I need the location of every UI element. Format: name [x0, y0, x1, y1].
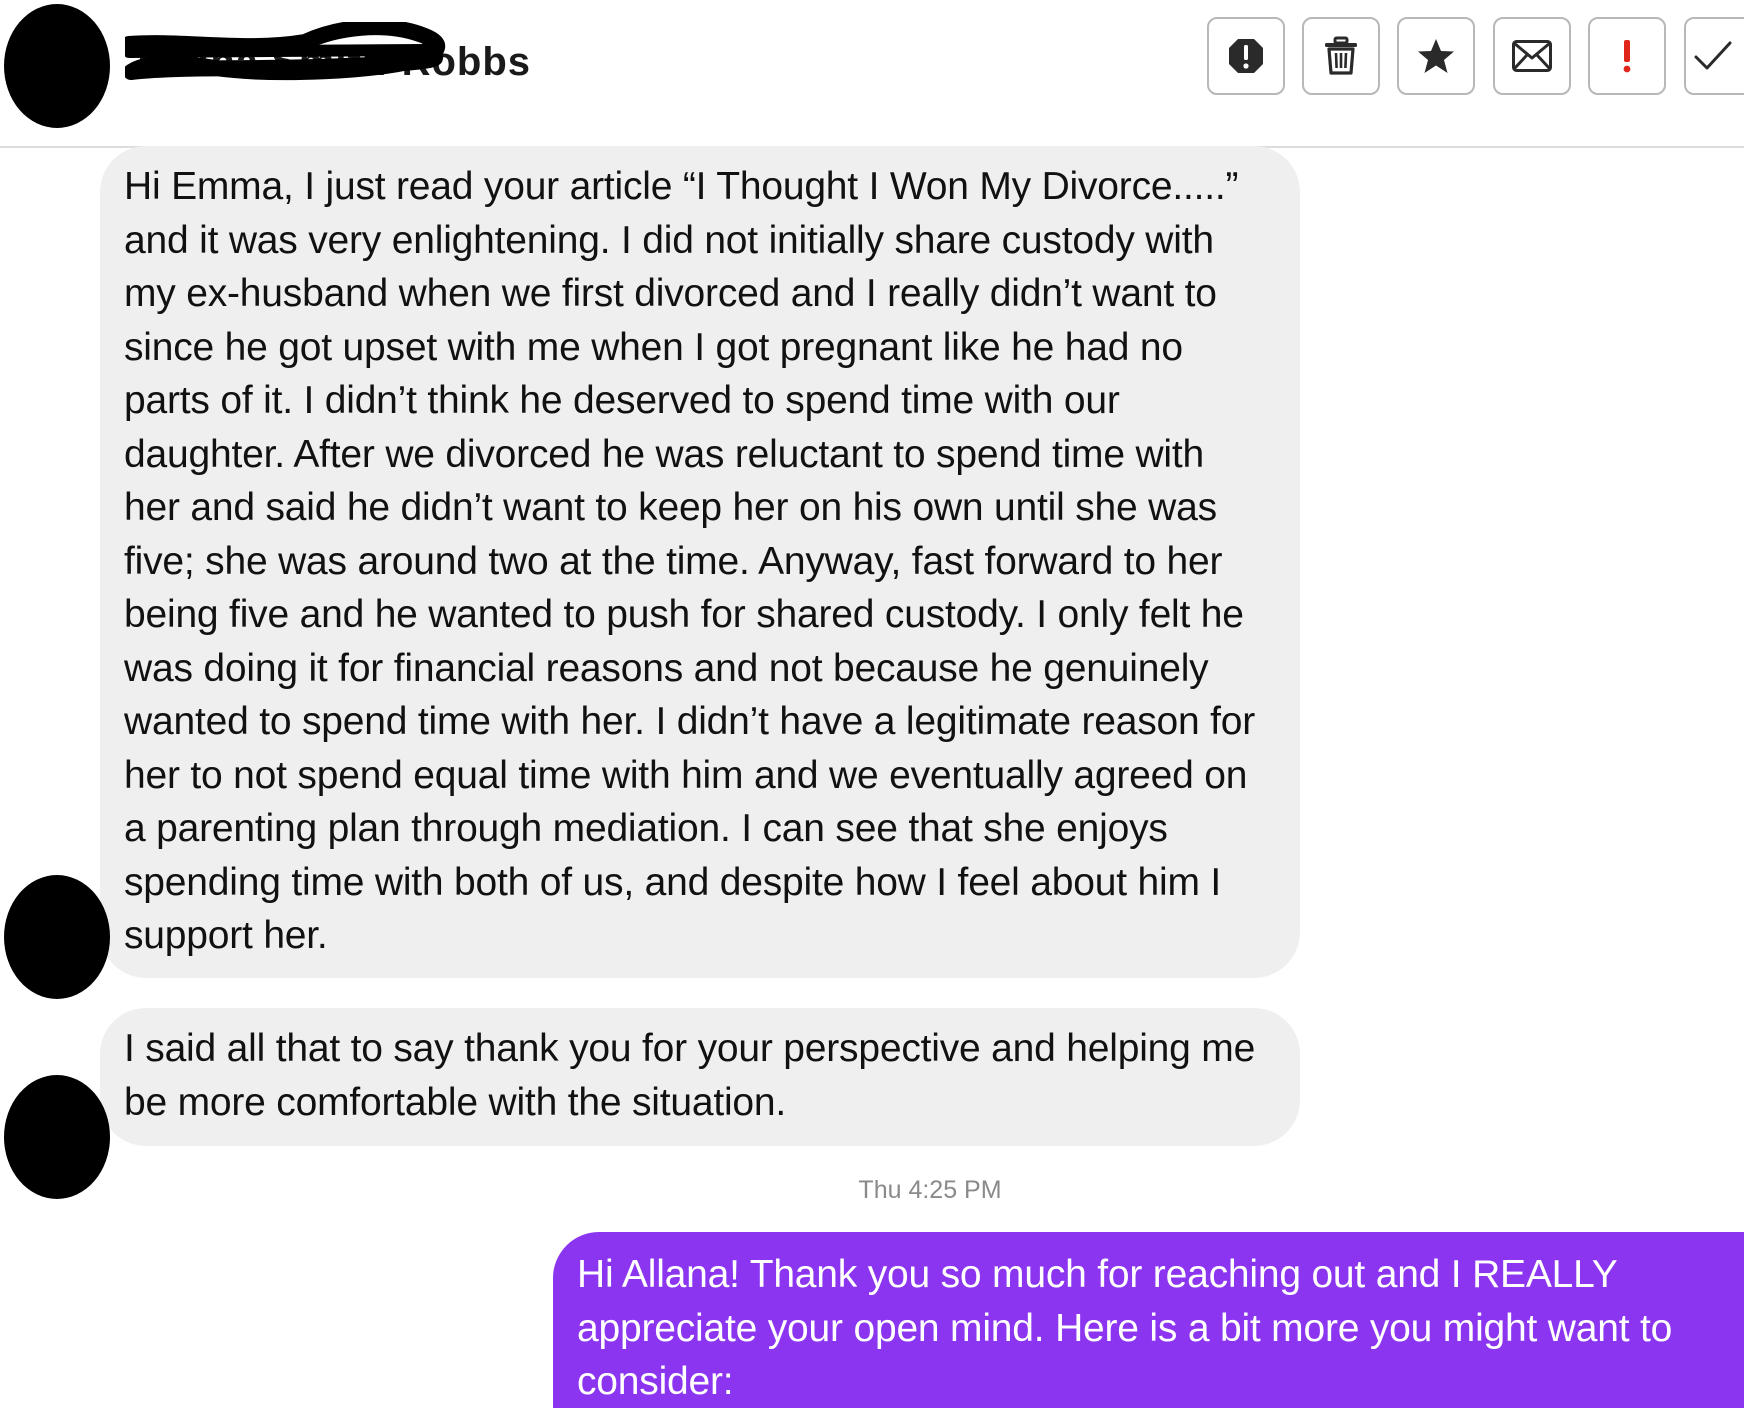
delete-button[interactable] — [1302, 17, 1380, 95]
message-line: parts of it. I didn’t think he deserved … — [124, 379, 1120, 422]
message-line: her to not spend equal time with him and… — [124, 753, 1248, 797]
message-line: be more comfortable with the situation. — [124, 1080, 787, 1124]
message-line: since he got upset with me when I got pr… — [124, 325, 1183, 369]
message-line: daughter. After we divorced he was reluc… — [124, 432, 1205, 476]
message-line: Hi Allana! Thank you so much for reachin… — [577, 1253, 1618, 1296]
envelope-icon — [1512, 40, 1552, 72]
message-timestamp: Thu 4:25 PM — [858, 1176, 1002, 1204]
message-line: support her. — [124, 914, 328, 957]
report-button[interactable] — [1207, 17, 1285, 95]
incoming-message-bubble[interactable]: I said all that to say thank you for you… — [100, 1008, 1300, 1146]
message-line: my ex-husband when we first divorced and… — [124, 272, 1217, 315]
message-line: Hi Emma, I just read your article “I Tho… — [124, 165, 1239, 208]
message-line: I said all that to say thank you for you… — [124, 1027, 1256, 1070]
message-line: was doing it for financial reasons and n… — [124, 646, 1209, 690]
contact-avatar[interactable] — [4, 4, 110, 128]
mark-unread-button[interactable] — [1493, 17, 1571, 95]
sender-avatar[interactable] — [4, 875, 110, 999]
message-line: consider: — [577, 1360, 734, 1403]
message-line: and it was very enlightening. I did not … — [124, 218, 1214, 262]
alert-octagon-icon — [1229, 39, 1263, 73]
message-line: wanted to spend time with her. I didn’t … — [124, 700, 1256, 743]
exclamation-icon — [1623, 40, 1631, 73]
message-line: her and said he didn’t want to keep her … — [124, 486, 1217, 529]
trash-icon — [1325, 36, 1357, 75]
star-button[interactable] — [1397, 17, 1475, 95]
incoming-message-bubble[interactable]: Hi Emma, I just read your article “I Tho… — [100, 146, 1300, 978]
message-line: spending time with both of us, and despi… — [124, 860, 1222, 904]
message-line: a parenting plan through mediation. I ca… — [124, 807, 1168, 850]
message-line: appreciate your open mind. Here is a bit… — [577, 1306, 1673, 1350]
flag-urgent-button[interactable] — [1588, 17, 1666, 95]
redaction-scribble — [125, 22, 445, 81]
conversation-header: Allana Smith-Robbs — [0, 0, 1744, 148]
message-line: five; she was around two at the time. An… — [124, 539, 1223, 583]
outgoing-message-bubble[interactable]: Hi Allana! Thank you so much for reachin… — [553, 1232, 1744, 1408]
message-line: being five and he wanted to push for sha… — [124, 593, 1244, 636]
star-icon — [1418, 39, 1454, 73]
checkmark-icon — [1694, 41, 1732, 70]
contact-name-redacted[interactable]: Allana Smith-Robbs — [125, 22, 530, 92]
mark-done-button[interactable] — [1684, 17, 1744, 95]
message-thread-window: Allana Smith-Robbs Hi Emma, I just read … — [0, 0, 1744, 1408]
